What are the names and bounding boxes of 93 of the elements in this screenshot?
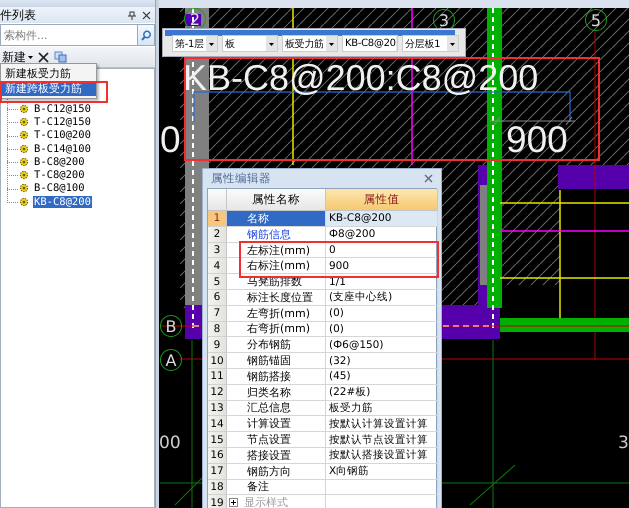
row-number: 15 [208, 432, 227, 448]
search-field[interactable]: 索构件... [0, 24, 137, 46]
delete-icon[interactable] [38, 52, 49, 62]
gear-icon [19, 196, 29, 207]
property-name[interactable]: 搭接设置 [227, 448, 326, 464]
property-name[interactable]: 钢筋方向 [227, 464, 326, 480]
dropdown[interactable]: KB-C8@20 [342, 35, 398, 52]
row-number: 7 [208, 306, 227, 322]
dropdown[interactable]: 板 [222, 35, 278, 52]
column-header: 属性值 [326, 189, 438, 211]
gear-icon [19, 144, 29, 154]
row-number: 11 [208, 368, 227, 385]
tree-item[interactable]: B-C12@150 [33, 102, 92, 115]
axis-label: 5 [585, 9, 607, 31]
dimension-label: 0 [160, 121, 181, 158]
property-name[interactable]: 钢筋锚固 [227, 353, 326, 369]
row-number: 5 [208, 274, 227, 290]
property-value[interactable]: (0) [326, 306, 438, 322]
property-name[interactable]: 左弯折(mm) [227, 306, 326, 322]
property-value[interactable]: (支座中心线) [326, 290, 438, 306]
panel-title: 件列表 [0, 6, 37, 24]
property-value[interactable]: 板受力筋 [326, 400, 438, 416]
tree-item[interactable]: B-C8@200 [33, 156, 86, 168]
row-number: 2 [208, 226, 227, 243]
row-number: 17 [208, 464, 227, 480]
dropdown[interactable]: 第-1层 [172, 35, 218, 52]
window-title: 属性编辑器 [211, 171, 271, 186]
property-name[interactable]: 标注长度位置 [227, 290, 326, 306]
row-number: 8 [208, 322, 227, 338]
group-label: 显示样式 [244, 495, 288, 508]
dropdown[interactable]: 分层板1 [402, 35, 459, 52]
property-value[interactable]: (0) [326, 322, 438, 338]
pin-icon[interactable] [127, 10, 136, 20]
property-name[interactable]: 钢筋信息 [227, 226, 326, 243]
row-number: 16 [208, 448, 227, 464]
row-number: 1 [208, 211, 227, 227]
row-number: 19 [208, 495, 227, 508]
search-button[interactable] [137, 24, 155, 46]
row-number: 12 [208, 384, 227, 401]
property-value[interactable]: 按默认搭接设置计算 [326, 448, 438, 464]
search-icon [140, 30, 152, 40]
tree-item[interactable]: T-C12@150 [33, 116, 92, 128]
expand-icon[interactable] [229, 498, 238, 508]
column-header: 属性名称 [227, 189, 326, 211]
copy-icon[interactable] [54, 51, 67, 63]
row-number: 9 [208, 337, 227, 354]
row-number: 6 [208, 290, 227, 306]
gear-icon [19, 104, 29, 114]
property-name[interactable]: 右弯折(mm) [227, 322, 326, 338]
property-value[interactable]: (32) [326, 353, 438, 369]
caret-icon [28, 56, 33, 58]
property-value[interactable]: (Ф6@150) [326, 337, 438, 354]
property-value[interactable]: X向钢筋 [326, 464, 438, 480]
row-number: 13 [208, 400, 227, 416]
property-name[interactable]: 右标注(mm) [227, 258, 326, 274]
row-number: 4 [208, 258, 227, 274]
gear-icon [19, 130, 29, 140]
row-number: 10 [208, 353, 227, 369]
new-button[interactable]: 新建 [0, 48, 33, 66]
property-name[interactable]: 归类名称 [227, 384, 326, 401]
property-value[interactable]: KB-C8@200 [326, 211, 438, 227]
table-corner [208, 189, 227, 211]
property-value[interactable]: Ф8@200 [326, 226, 438, 243]
dimension-label: 00 [159, 435, 181, 452]
property-name[interactable]: 节点设置 [227, 432, 326, 448]
property-value[interactable]: (22#板) [326, 384, 438, 401]
row-number: 18 [208, 480, 227, 496]
axis-label: A [160, 349, 182, 371]
tree-item[interactable]: T-C8@200 [33, 169, 86, 182]
property-value[interactable]: 按默认节点设置计算 [326, 432, 438, 448]
property-name[interactable]: 钢筋搭接 [227, 368, 326, 385]
row-number: 14 [208, 416, 227, 432]
gear-icon [19, 156, 29, 167]
close-icon[interactable] [142, 10, 151, 20]
dropdown[interactable]: 板受力筋 [282, 35, 338, 52]
gear-icon [19, 170, 29, 180]
row-number: 3 [208, 242, 227, 258]
property-name[interactable]: 分布钢筋 [227, 337, 326, 354]
menu-item[interactable]: 新建板受力筋 [1, 66, 96, 81]
property-value[interactable]: (45) [326, 368, 438, 385]
property-name[interactable]: 名称 [227, 211, 326, 227]
property-value[interactable]: 按默认计算设置计算 [326, 416, 438, 432]
gear-icon [19, 116, 29, 127]
tree-item[interactable]: KB-C8@200 [33, 196, 92, 208]
tree-item[interactable]: B-C8@100 [33, 182, 86, 194]
tree-item[interactable]: T-C10@200 [33, 129, 92, 142]
gear-icon [19, 183, 29, 194]
property-name[interactable]: 计算设置 [227, 416, 326, 432]
dimension-label: 3 [618, 435, 629, 452]
tree-item[interactable]: B-C14@100 [33, 142, 92, 155]
property-name[interactable]: 汇总信息 [227, 400, 326, 416]
dimension-label: 900 [506, 121, 568, 158]
property-name[interactable]: 备注 [227, 480, 326, 496]
